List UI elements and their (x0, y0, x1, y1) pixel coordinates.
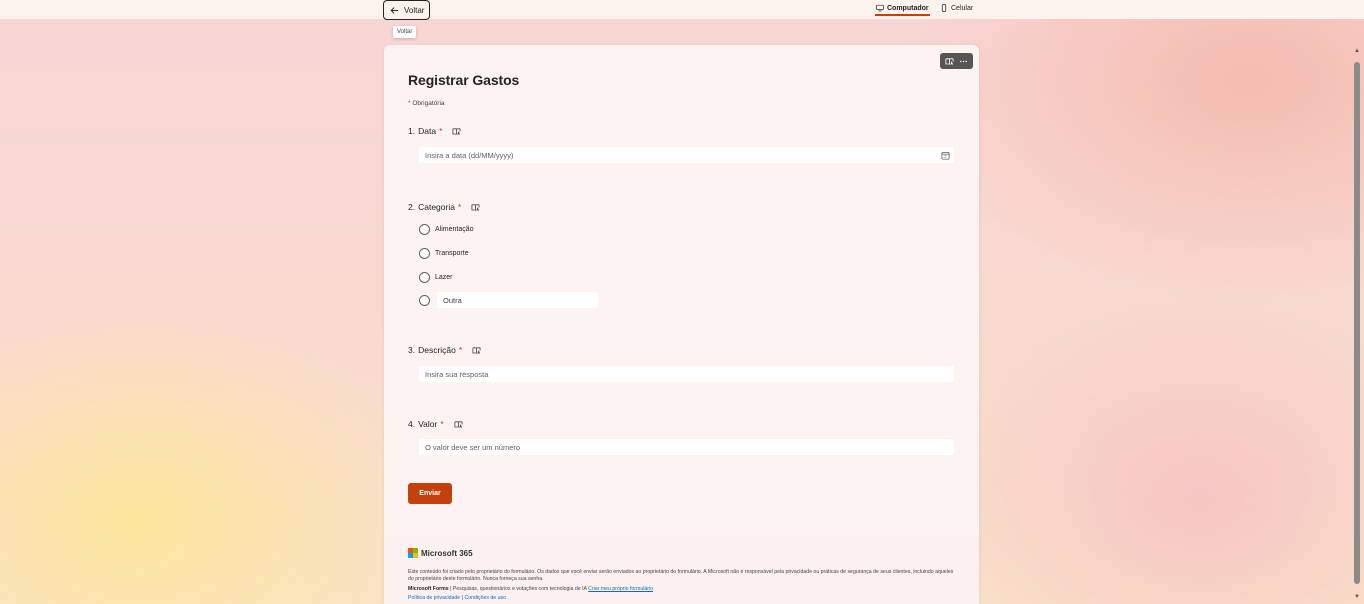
legal-separator: | (461, 595, 464, 601)
question-text: Categoria (418, 202, 455, 212)
radio-button[interactable] (419, 248, 430, 259)
back-button[interactable]: Voltar (383, 0, 430, 20)
tab-computer-label: Computador (887, 4, 929, 12)
card-toolbar (940, 53, 973, 69)
radio-button[interactable] (419, 294, 430, 306)
immersive-reader-button[interactable] (452, 127, 461, 136)
radio-option-alimentacao[interactable]: Alimentação (419, 224, 474, 235)
immersive-reader-button[interactable] (945, 57, 954, 66)
radio-option-other[interactable]: Outra (419, 292, 598, 308)
question-4-label: 4. Valor * (408, 419, 463, 429)
immersive-reader-icon (471, 203, 480, 211)
question-number: 3. (408, 345, 416, 355)
immersive-reader-button[interactable] (471, 203, 480, 212)
other-text-field[interactable]: Outra (437, 292, 598, 308)
question-1-label: 1. Data * (408, 126, 461, 136)
other-field-label: Outra (443, 295, 462, 305)
form-card: Registrar Gastos * Obrigatória 1. Data *… (384, 45, 979, 604)
terms-link[interactable]: Condições de uso (464, 595, 506, 601)
immersive-reader-icon (945, 57, 954, 65)
radio-button[interactable] (419, 224, 430, 235)
description-input[interactable]: Insira sua resposta (419, 366, 954, 382)
question-text: Descrição (418, 345, 456, 355)
scroll-up-arrow-icon[interactable]: ▲ (1353, 48, 1361, 54)
date-input[interactable]: Insira a data (dd/MM/yyyy) (419, 147, 954, 163)
question-text: Valor (418, 419, 438, 429)
immersive-reader-button[interactable] (454, 420, 463, 429)
scroll-down-arrow-icon[interactable]: ▼ (1353, 594, 1361, 600)
question-number: 1. (408, 126, 416, 136)
required-star: * (458, 345, 463, 355)
required-star: * (439, 126, 443, 136)
phone-icon (941, 4, 947, 12)
arrow-left-icon (390, 6, 399, 14)
more-dots-icon (959, 60, 967, 62)
question-number: 4. (408, 419, 416, 429)
immersive-reader-icon (472, 346, 481, 354)
top-bar (0, 0, 1364, 19)
desktop-icon (876, 4, 884, 12)
question-number: 2. (408, 202, 416, 212)
back-tooltip: Voltar (393, 26, 417, 38)
immersive-reader-icon (454, 420, 463, 428)
create-form-link[interactable]: Criar meu próprio formulário (588, 586, 653, 592)
radio-option-label: Transporte (435, 250, 469, 257)
radio-option-label: Lazer (435, 274, 453, 281)
question-3-label: 3. Descrição * (408, 345, 481, 355)
required-star: * (457, 202, 462, 212)
calendar-icon[interactable] (941, 151, 950, 160)
form-title: Registrar Gastos (408, 72, 520, 88)
submit-button[interactable]: Enviar (408, 483, 452, 504)
required-note-text: Obrigatória (412, 100, 445, 107)
privacy-link[interactable]: Política de privacidade (408, 595, 460, 601)
tab-mobile-view[interactable]: Celular (940, 4, 973, 12)
value-input[interactable]: O valor deve ser um número (419, 439, 954, 455)
brand-name: Microsoft 365 (421, 548, 473, 558)
tab-mobile-label: Celular (951, 4, 974, 12)
tab-computer-view[interactable]: Computador (875, 4, 930, 16)
scrollbar-thumb[interactable] (1354, 62, 1360, 584)
required-star: * (408, 100, 411, 107)
forms-line: Microsoft Forms | Pesquisas, questionári… (408, 586, 653, 592)
date-input-placeholder: Insira a data (dd/MM/yyyy) (425, 150, 514, 160)
required-note: * Obrigatória (408, 100, 445, 107)
required-star: * (440, 419, 444, 429)
description-input-placeholder: Insira sua resposta (425, 369, 489, 379)
question-text: Data (418, 126, 437, 136)
forms-tagline: | Pesquisas, questionários e votações co… (450, 586, 587, 592)
radio-option-label: Alimentação (435, 226, 474, 233)
radio-option-transporte[interactable]: Transporte (419, 248, 469, 259)
radio-option-lazer[interactable]: Lazer (419, 272, 453, 283)
legal-links: Política de privacidade | Condições de u… (408, 595, 506, 601)
value-input-placeholder: O valor deve ser um número (425, 442, 521, 452)
back-button-label: Voltar (404, 5, 425, 15)
radio-button[interactable] (419, 272, 430, 283)
form-footer: Microsoft 365 Este conteúdo foi criado p… (384, 537, 979, 604)
microsoft-365-logo: Microsoft 365 (408, 548, 473, 558)
more-options-button[interactable] (959, 57, 968, 66)
page-scrollbar[interactable]: ▲ ▼ (1353, 48, 1361, 600)
disclaimer-text: Este conteúdo foi criado pelo proprietár… (408, 569, 954, 582)
immersive-reader-icon (452, 127, 461, 135)
microsoft-logo-icon (408, 548, 418, 558)
forms-name: Microsoft Forms (408, 586, 449, 592)
question-2-label: 2. Categoria * (408, 202, 480, 212)
immersive-reader-button[interactable] (472, 346, 481, 355)
